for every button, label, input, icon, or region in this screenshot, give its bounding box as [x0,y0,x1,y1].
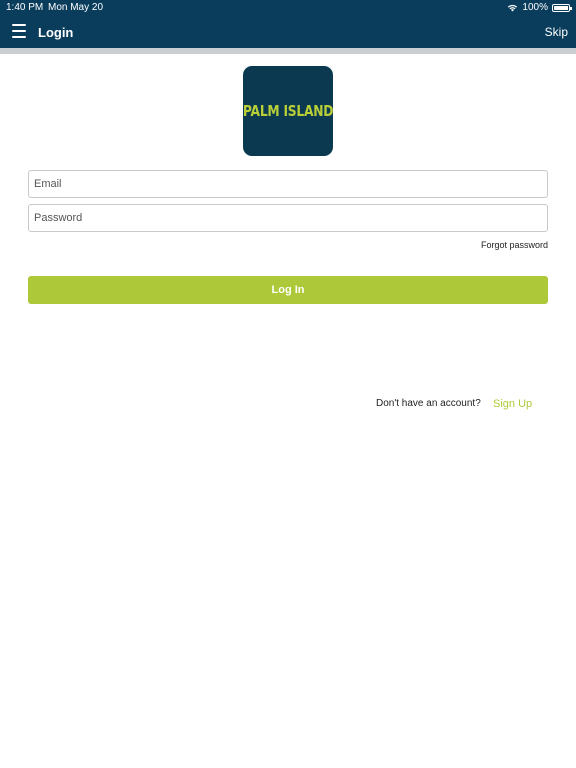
status-time: 1:40 PM [6,2,44,13]
email-field[interactable] [28,170,548,198]
menu-line [12,36,26,38]
hamburger-menu-icon[interactable] [12,24,26,38]
header-divider [0,48,576,54]
signup-prompt: Don't have an account? [376,398,481,409]
menu-line [12,30,26,32]
login-button[interactable]: Log In [28,276,548,304]
nav-bar: Login Skip [0,16,576,48]
status-date: Mon May 20 [48,2,104,13]
logo-text: PALM ISLAND [242,102,334,120]
forgot-password-link[interactable]: Forgot password [481,240,548,250]
page-title: Login [38,25,74,40]
battery-fill [554,5,568,10]
status-bar: 1:40 PM Mon May 20 100% [0,0,576,16]
app-logo: PALM ISLAND [243,66,333,156]
skip-button[interactable]: Skip [545,25,568,39]
battery-percent: 100% [522,2,548,13]
battery-icon [552,3,572,12]
wifi-icon [508,4,518,12]
menu-line [12,24,26,26]
top-bar: 1:40 PM Mon May 20 100% Login Skip [0,0,576,48]
signup-link[interactable]: Sign Up [493,398,532,410]
password-field[interactable] [28,204,548,232]
status-right: 100% [507,2,572,13]
